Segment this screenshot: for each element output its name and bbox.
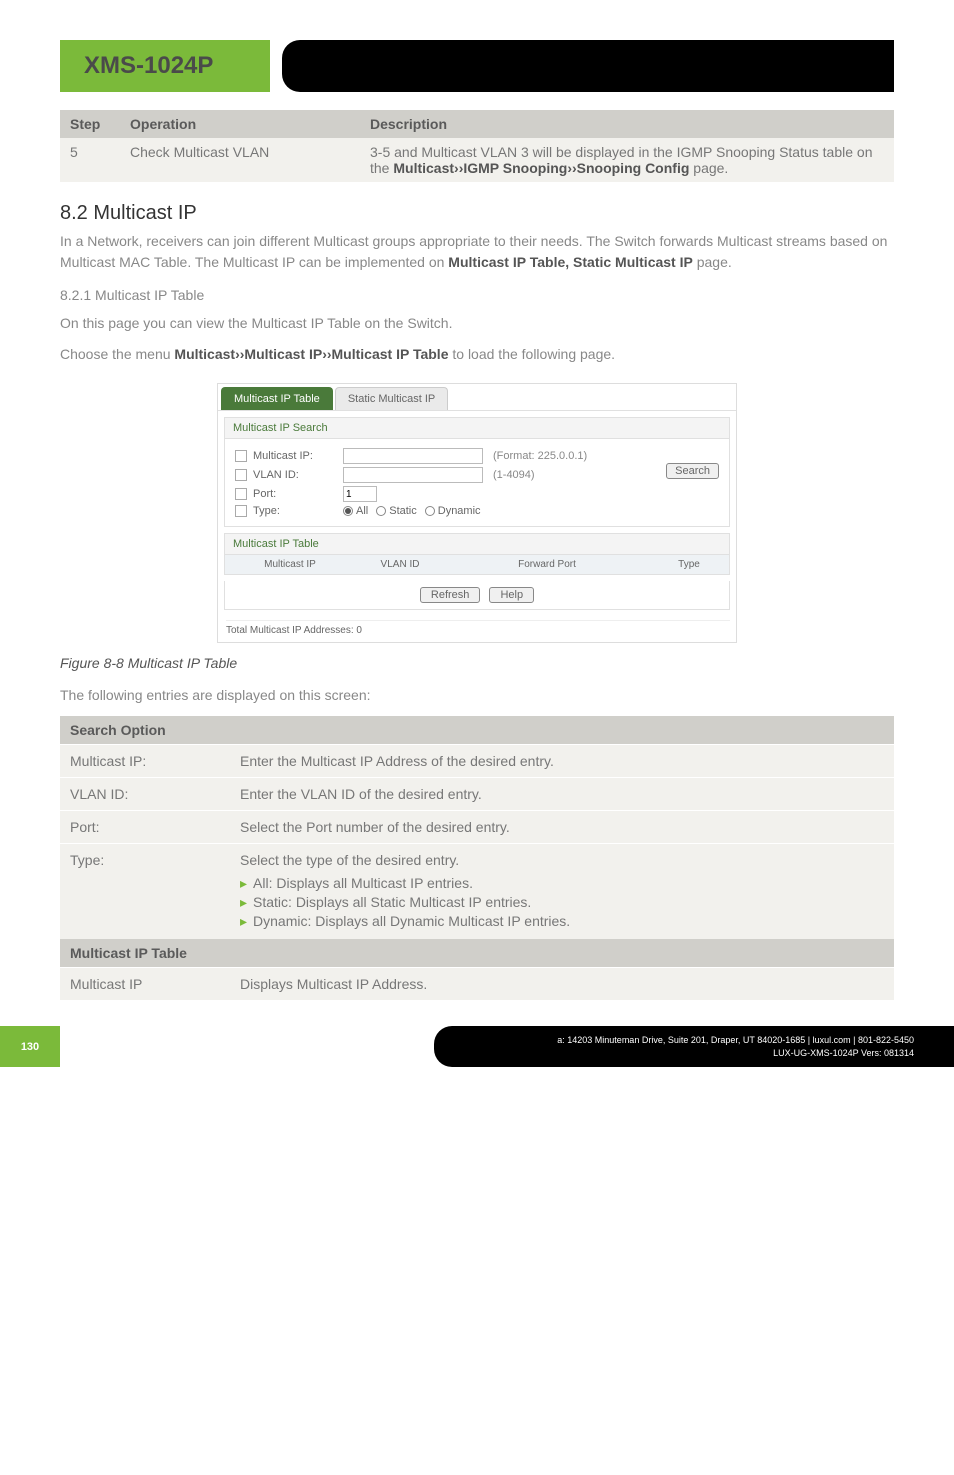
radio-all-label: All — [356, 505, 368, 517]
radio-static[interactable]: Static — [376, 505, 417, 517]
section-intro: In a Network, receivers can join differe… — [60, 231, 894, 273]
desc-text-end: page. — [689, 160, 728, 176]
panel-search-body: Multicast IP: (Format: 225.0.0.1) VLAN I… — [224, 439, 730, 527]
entries-intro: The following entries are displayed on t… — [60, 685, 894, 706]
search-option-header: Search Option — [60, 716, 894, 745]
section-title: 8.2 Multicast IP — [60, 202, 894, 225]
choose-post: to load the following page. — [448, 346, 615, 362]
checkbox-multicast-ip[interactable] — [235, 450, 247, 462]
opt-label-port: Port: — [60, 811, 230, 844]
tab-static-multicast-ip[interactable]: Static Multicast IP — [335, 387, 448, 410]
checkbox-type[interactable] — [235, 505, 247, 517]
radio-all[interactable]: All — [343, 505, 368, 517]
input-multicast-ip[interactable] — [343, 448, 483, 464]
col-forward-port: Forward Port — [445, 555, 649, 574]
label-type: Type: — [253, 505, 343, 517]
label-multicast-ip: Multicast IP: — [253, 450, 343, 462]
multicast-ip-table-header: Multicast IP Table — [60, 939, 894, 968]
figure-caption: Figure 8-8 Multicast IP Table — [60, 655, 894, 671]
radio-dynamic[interactable]: Dynamic — [425, 505, 481, 517]
radio-icon — [376, 506, 386, 516]
label-vlan-id: VLAN ID: — [253, 469, 343, 481]
intro-bold: Multicast IP Table, Static Multicast IP — [448, 254, 693, 270]
col-vlan-id: VLAN ID — [355, 555, 445, 574]
radio-group-type: All Static Dynamic — [343, 505, 481, 517]
description-cell: 3-5 and Multicast VLAN 3 will be display… — [360, 138, 894, 182]
search-button[interactable]: Search — [666, 463, 719, 479]
footer-spacer — [60, 1026, 434, 1067]
hint-mip-format: (Format: 225.0.0.1) — [493, 450, 587, 462]
iptable-header-row: Multicast IP VLAN ID Forward Port Type — [224, 555, 730, 575]
opt-desc-multicast-ip: Displays Multicast IP Address. — [230, 968, 894, 1001]
opt-desc-port: Select the Port number of the desired en… — [230, 811, 894, 844]
step-table: Step Operation Description 5 Check Multi… — [60, 110, 894, 182]
opt-label-mip: Multicast IP: — [60, 745, 230, 778]
bullet-all: All: Displays all Multicast IP entries. — [240, 874, 884, 893]
footer-address: a: 14203 Minuteman Drive, Suite 201, Dra… — [494, 1034, 914, 1047]
figure-total-addresses: Total Multicast IP Addresses: 0 — [226, 620, 730, 636]
footer-version: LUX-UG-XMS-1024P Vers: 081314 — [494, 1047, 914, 1060]
checkbox-port[interactable] — [235, 488, 247, 500]
radio-icon — [343, 506, 353, 516]
help-button[interactable]: Help — [489, 587, 534, 603]
panel-iptable-title: Multicast IP Table — [224, 533, 730, 555]
col-description: Description — [360, 110, 894, 138]
choose-pre: Choose the menu — [60, 346, 174, 362]
subsection-title: 8.2.1 Multicast IP Table — [60, 287, 894, 303]
col-operation: Operation — [120, 110, 360, 138]
opt-label-type: Type: — [60, 844, 230, 940]
col-multicast-ip: Multicast IP — [225, 555, 355, 574]
figure-buttons: Refresh Help — [224, 581, 730, 610]
tab-multicast-ip-table[interactable]: Multicast IP Table — [221, 387, 333, 410]
footer-info: a: 14203 Minuteman Drive, Suite 201, Dra… — [434, 1026, 954, 1067]
bullet-dynamic: Dynamic: Displays all Dynamic Multicast … — [240, 912, 884, 931]
options-table: Search Option Multicast IP: Enter the Mu… — [60, 716, 894, 1000]
col-step: Step — [60, 110, 120, 138]
radio-static-label: Static — [389, 505, 417, 517]
table-row: 5 Check Multicast VLAN 3-5 and Multicast… — [60, 138, 894, 182]
type-bullets: All: Displays all Multicast IP entries. … — [240, 874, 884, 931]
radio-dynamic-label: Dynamic — [438, 505, 481, 517]
opt-label-vlan: VLAN ID: — [60, 778, 230, 811]
bullet-static: Static: Displays all Static Multicast IP… — [240, 893, 884, 912]
label-port: Port: — [253, 488, 343, 500]
opt-desc-vlan: Enter the VLAN ID of the desired entry. — [230, 778, 894, 811]
subsection-text: On this page you can view the Multicast … — [60, 313, 894, 334]
product-tab: XMS-1024P — [60, 40, 270, 92]
step-cell: 5 — [60, 138, 120, 182]
choose-text: Choose the menu Multicast››Multicast IP›… — [60, 344, 894, 365]
figure-tabs: Multicast IP Table Static Multicast IP — [218, 384, 736, 411]
operation-cell: Check Multicast VLAN — [120, 138, 360, 182]
radio-icon — [425, 506, 435, 516]
header-bar: XMS-1024P — [60, 40, 894, 92]
header-black-bar — [282, 40, 894, 92]
page-number: 130 — [0, 1026, 60, 1067]
choose-bold: Multicast››Multicast IP››Multicast IP Ta… — [174, 346, 448, 362]
hint-vlan-range: (1-4094) — [493, 469, 535, 481]
intro-post: page. — [693, 254, 732, 270]
select-port[interactable] — [343, 486, 377, 502]
col-type: Type — [649, 555, 729, 574]
page-footer: 130 a: 14203 Minuteman Drive, Suite 201,… — [0, 1026, 954, 1067]
figure-screenshot: Multicast IP Table Static Multicast IP M… — [217, 383, 737, 643]
opt-label-multicast-ip: Multicast IP — [60, 968, 230, 1001]
checkbox-vlan-id[interactable] — [235, 469, 247, 481]
input-vlan-id[interactable] — [343, 467, 483, 483]
refresh-button[interactable]: Refresh — [420, 587, 481, 603]
type-desc-text: Select the type of the desired entry. — [240, 852, 459, 868]
opt-desc-mip: Enter the Multicast IP Address of the de… — [230, 745, 894, 778]
panel-search-title: Multicast IP Search — [224, 417, 730, 439]
opt-desc-type: Select the type of the desired entry. Al… — [230, 844, 894, 940]
desc-bold: Multicast››IGMP Snooping››Snooping Confi… — [393, 160, 689, 176]
